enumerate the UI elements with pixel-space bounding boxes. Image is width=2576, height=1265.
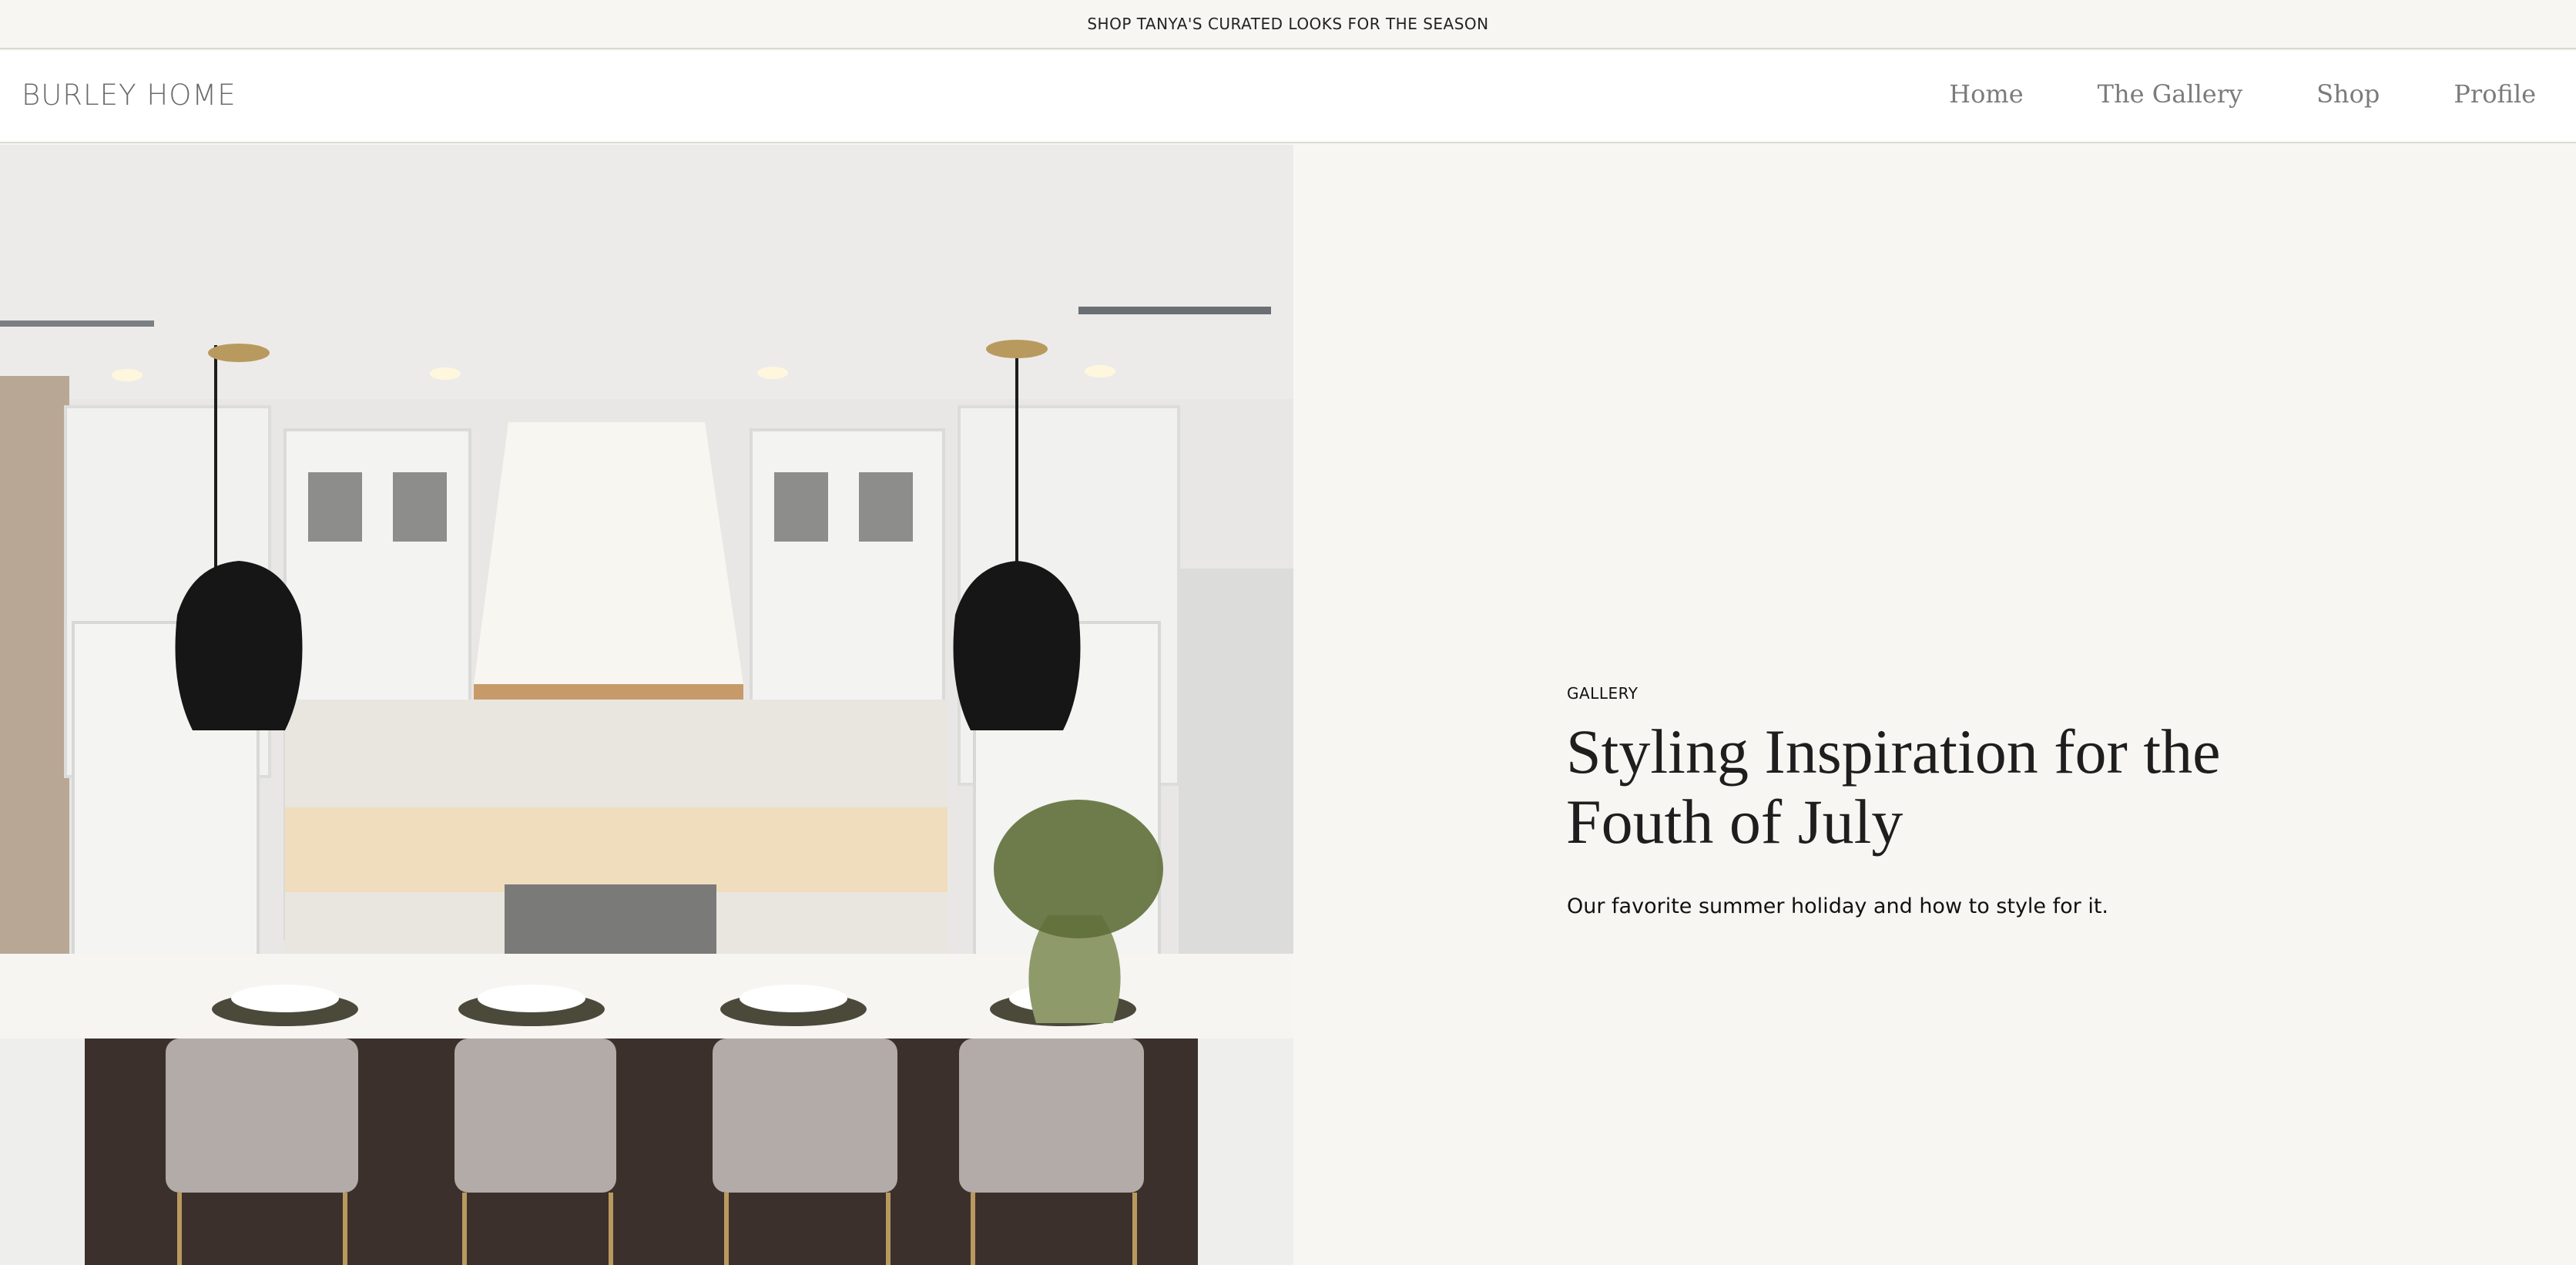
kitchen-photo: [0, 145, 1293, 1265]
brand-logo[interactable]: BURLEY HOME: [22, 79, 236, 112]
nav-home[interactable]: Home: [1949, 82, 2023, 106]
hero-text-panel: GALLERY Styling Inspiration for the Fout…: [1293, 145, 2576, 1265]
page-subtitle: Our favorite summer holiday and how to s…: [1567, 894, 2109, 918]
nav-the-gallery[interactable]: The Gallery: [2098, 82, 2242, 106]
eyebrow-label: GALLERY: [1567, 684, 1639, 703]
nav-profile[interactable]: Profile: [2454, 82, 2536, 106]
announcement-bar[interactable]: SHOP TANYA'S CURATED LOOKS FOR THE SEASO…: [0, 0, 2576, 49]
page-title: Styling Inspiration for the Fouth of Jul…: [1566, 716, 2221, 857]
nav-shop[interactable]: Shop: [2316, 82, 2380, 106]
announcement-text[interactable]: SHOP TANYA'S CURATED LOOKS FOR THE SEASO…: [1087, 15, 1488, 33]
site-header: BURLEY HOME Home The Gallery Shop Profil…: [0, 51, 2576, 143]
main-nav: Home The Gallery Shop Profile: [1875, 82, 2536, 106]
hero-image: [0, 145, 1293, 1265]
